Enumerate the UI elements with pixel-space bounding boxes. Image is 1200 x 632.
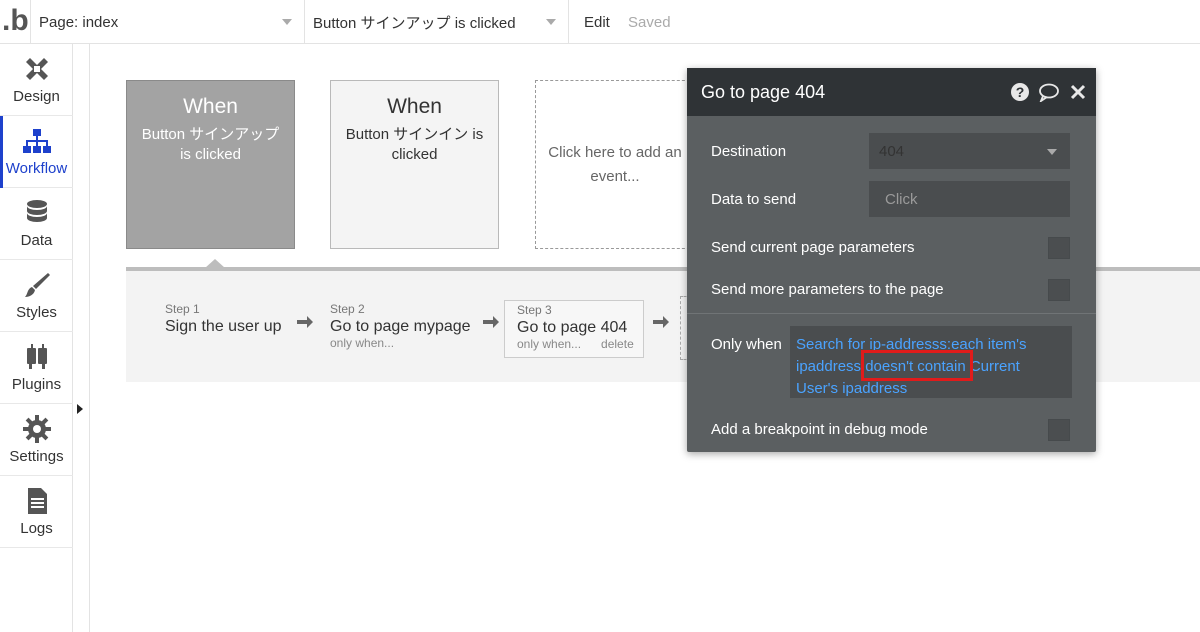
- destination-value: 404: [879, 142, 905, 160]
- step-number: Step 1: [165, 302, 200, 316]
- only-when-label: Only when: [711, 336, 782, 353]
- send-more-params-checkbox[interactable]: [1048, 279, 1070, 301]
- page-select[interactable]: Page: index: [30, 0, 305, 44]
- destination-label: Destination: [711, 143, 787, 160]
- arrow-right-icon: [297, 316, 313, 328]
- data-to-send-placeholder: Click: [885, 190, 918, 208]
- sidebar-item-label: Settings: [9, 448, 64, 465]
- add-event-placeholder[interactable]: Click here to add an event...: [535, 80, 695, 249]
- svg-text:?: ?: [1016, 84, 1025, 100]
- bubble-logo[interactable]: .b: [2, 4, 30, 40]
- step-name: Go to page mypage: [330, 318, 471, 335]
- popup-header: Go to page 404 ?: [687, 68, 1096, 116]
- design-icon: [25, 58, 48, 80]
- comment-icon[interactable]: [1038, 82, 1060, 102]
- event-description: Button サインイン is clicked: [345, 126, 484, 163]
- sidebar-item-settings[interactable]: Settings: [0, 404, 73, 476]
- highlight-box: [861, 350, 973, 381]
- event-description: Button サインアップ is clicked: [141, 126, 280, 163]
- delete-step-link[interactable]: delete: [601, 337, 634, 351]
- brush-icon: [24, 273, 50, 297]
- step-3[interactable]: Step 3 Go to page 404 only when... delete: [504, 300, 644, 358]
- destination-dropdown[interactable]: 404: [869, 133, 1070, 169]
- edit-menu[interactable]: Edit: [584, 14, 610, 31]
- send-current-params-label: Send current page parameters: [711, 239, 915, 256]
- popup-title: Go to page 404: [701, 81, 826, 102]
- step-number: Step 2: [330, 302, 365, 316]
- step-condition: only when...: [517, 337, 582, 351]
- arrow-right-icon: [483, 316, 499, 328]
- sidebar-item-label: Styles: [16, 304, 57, 321]
- step-1[interactable]: Step 1 Sign the user up: [153, 300, 290, 358]
- event-when-label: When: [387, 95, 442, 118]
- sidebar-item-label: Logs: [20, 520, 53, 537]
- sidebar-item-label: Data: [20, 232, 53, 249]
- step-name: Sign the user up: [165, 318, 282, 335]
- page-select-label: Page: index: [39, 13, 119, 31]
- save-status: Saved: [628, 14, 671, 31]
- gear-icon: [22, 415, 51, 443]
- document-icon: [27, 488, 47, 514]
- sidebar-item-styles[interactable]: Styles: [0, 260, 73, 332]
- event-when-label: When: [183, 95, 238, 118]
- sidebar-item-workflow[interactable]: Workflow: [0, 116, 73, 188]
- sidebar-item-design[interactable]: Design: [0, 44, 73, 116]
- sidebar-item-logs[interactable]: Logs: [0, 476, 73, 548]
- sidebar-item-plugins[interactable]: Plugins: [0, 332, 73, 404]
- arrow-right-icon: [653, 316, 669, 328]
- top-bar: .b Page: index Button サインアップ is clicked …: [0, 0, 1200, 44]
- data-to-send-input[interactable]: Click: [869, 181, 1070, 217]
- chevron-down-icon: [546, 19, 556, 25]
- add-event-line2: event...: [590, 168, 640, 185]
- add-event-line1: Click here to add an: [548, 144, 682, 161]
- workflow-icon: [22, 129, 51, 153]
- step-number: Step 3: [517, 303, 552, 317]
- popup-header-icons: ?: [1010, 82, 1088, 102]
- breakpoint-label: Add a breakpoint in debug mode: [711, 421, 928, 438]
- close-icon[interactable]: [1068, 82, 1088, 102]
- sidebar-item-label: Workflow: [5, 160, 68, 177]
- popup-divider: [687, 313, 1096, 314]
- sidebar: Design Workflow Data Styles Plugins Sett…: [0, 44, 73, 632]
- sidebar-item-label: Plugins: [11, 376, 62, 393]
- event-select-label: Button サインアップ is clicked: [313, 14, 516, 32]
- step-condition: only when...: [330, 336, 395, 350]
- step-name: Go to page 404: [517, 319, 628, 336]
- send-more-params-label: Send more parameters to the page: [711, 281, 944, 298]
- sidebar-item-label: Design: [13, 88, 60, 105]
- data-to-send-label: Data to send: [711, 191, 797, 208]
- send-current-params-checkbox[interactable]: [1048, 237, 1070, 259]
- event-card-signup[interactable]: When Button サインアップ is clicked: [126, 80, 295, 249]
- step-condition-row: only when... delete: [517, 337, 635, 351]
- sidebar-item-data[interactable]: Data: [0, 188, 73, 260]
- help-icon[interactable]: ?: [1010, 82, 1030, 102]
- expand-arrow-icon[interactable]: [77, 404, 83, 414]
- breakpoint-checkbox[interactable]: [1048, 419, 1070, 441]
- chevron-down-icon: [1047, 149, 1057, 155]
- event-card-signin[interactable]: When Button サインイン is clicked: [330, 80, 499, 249]
- step-2[interactable]: Step 2 Go to page mypage only when...: [318, 300, 479, 358]
- database-icon: [26, 200, 47, 222]
- event-select[interactable]: Button サインアップ is clicked: [305, 0, 569, 44]
- sidebar-collapse-strip[interactable]: [73, 44, 90, 632]
- chevron-down-icon: [282, 19, 292, 25]
- plug-icon: [26, 344, 47, 369]
